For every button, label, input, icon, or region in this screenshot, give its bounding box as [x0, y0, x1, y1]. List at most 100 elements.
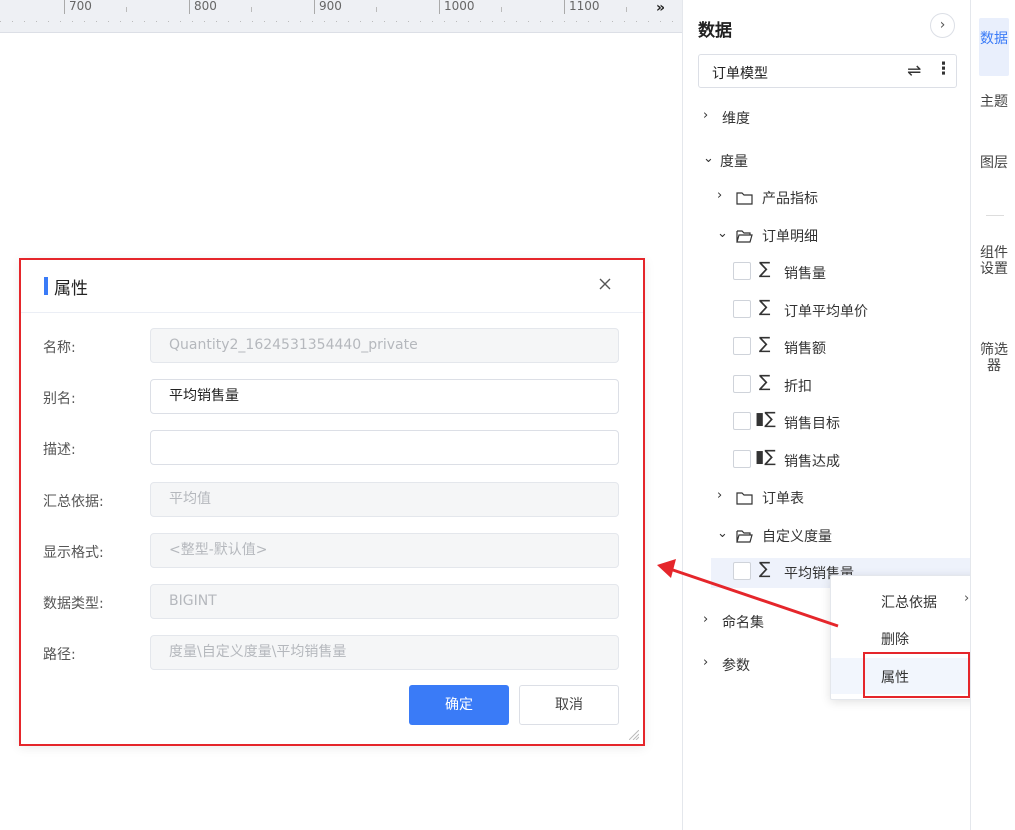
sigma-icon: ∑	[759, 559, 771, 579]
swap-icon[interactable]: ⇌	[907, 61, 921, 81]
form-row-name: 名称: Quantity2_1624531354440_private	[21, 328, 643, 364]
form-row-alias: 别名: 平均销售量	[21, 379, 643, 415]
confirm-button[interactable]: 确定	[409, 685, 509, 725]
close-icon[interactable]	[597, 276, 613, 292]
tree-node-label: 订单表	[762, 491, 804, 507]
data-panel: 数据 › 订单模型 ⇌ ⋮ › 维度 ⌄ 度量 › 产品指标 ⌄ 订单明细 ∑ …	[682, 0, 971, 830]
form-row-datatype: 数据类型: BIGINT	[21, 584, 643, 620]
tab-filter[interactable]: 筛选器	[979, 342, 1009, 392]
chevron-right-icon[interactable]: ›	[717, 188, 722, 203]
kpi-sigma-icon: ▮∑	[755, 447, 776, 467]
tree-node-label: 订单明细	[762, 229, 818, 245]
dialog-header: 属性	[21, 260, 643, 313]
path-field: 度量\自定义度量\平均销售量	[150, 635, 619, 670]
ruler-collapse-icon[interactable]: »	[656, 0, 665, 16]
more-vertical-icon[interactable]: ⋮	[935, 59, 952, 79]
tab-theme[interactable]: 主题	[979, 94, 1009, 130]
tree-folder-order-table[interactable]: › 订单表	[683, 483, 971, 513]
chevron-right-icon: ›	[964, 591, 970, 606]
chevron-right-icon[interactable]: ›	[930, 13, 955, 38]
ruler-major-tick	[439, 0, 440, 14]
tab-layers[interactable]: 图层	[979, 155, 1009, 191]
field-checkbox[interactable]	[733, 450, 751, 468]
tree-node-label: 自定义度量	[762, 529, 832, 545]
field-label: 销售目标	[784, 416, 840, 432]
field-label: 订单平均单价	[784, 304, 868, 320]
annotation-highlight-box	[863, 652, 970, 698]
form-row-aggregation: 汇总依据: 平均值	[21, 482, 643, 518]
chevron-down-icon[interactable]: ⌄	[703, 151, 714, 166]
field-checkbox[interactable]	[733, 262, 751, 280]
tree-field-item[interactable]: ▮∑ 销售达成	[683, 446, 971, 476]
field-label: 折扣	[784, 379, 812, 395]
folder-open-icon	[736, 530, 753, 543]
ruler-major-tick	[64, 0, 65, 14]
field-checkbox[interactable]	[733, 300, 751, 318]
field-label: 销售量	[784, 266, 826, 282]
panel-title: 数据	[698, 21, 732, 41]
field-checkbox[interactable]	[733, 375, 751, 393]
field-label: 描述:	[43, 442, 76, 458]
context-menu: 汇总依据 › 删除 属性	[830, 575, 986, 700]
chevron-right-icon[interactable]: ›	[717, 488, 722, 503]
folder-icon	[736, 192, 753, 205]
dialog-title: 属性	[54, 279, 88, 299]
chevron-down-icon[interactable]: ⌄	[717, 226, 728, 241]
form-row-format: 显示格式: <整型-默认值>	[21, 533, 643, 569]
ruler-label: 800	[194, 0, 217, 13]
chevron-right-icon[interactable]: ›	[703, 108, 708, 123]
ruler-label: 1000	[444, 0, 475, 13]
field-label: 销售额	[784, 341, 826, 357]
tree-field-item[interactable]: ∑ 订单平均单价	[683, 296, 971, 326]
menu-item-label: 汇总依据	[881, 595, 937, 611]
tree-folder-custom-measure[interactable]: ⌄ 自定义度量	[683, 521, 971, 551]
name-field: Quantity2_1624531354440_private	[150, 328, 619, 363]
sigma-icon: ∑	[759, 297, 771, 317]
right-tab-strip: 数据 主题 图层 组件设置 筛选器	[970, 0, 1015, 830]
tree-node-label: 度量	[720, 154, 748, 170]
tab-data[interactable]: 数据	[979, 18, 1009, 76]
tree-folder-order-detail[interactable]: ⌄ 订单明细	[683, 221, 971, 251]
tree-field-item[interactable]: ▮∑ 销售目标	[683, 408, 971, 438]
tab-component-settings[interactable]: 组件设置	[979, 245, 1009, 311]
ruler-minor-tick	[501, 7, 502, 12]
menu-item-aggregation[interactable]: 汇总依据 ›	[831, 583, 986, 619]
aggregation-field: 平均值	[150, 482, 619, 517]
form-row-description: 描述:	[21, 430, 643, 466]
ruler-label: 900	[319, 0, 342, 13]
display-format-field: <整型-默认值>	[150, 533, 619, 568]
resize-grip-icon[interactable]	[629, 730, 639, 740]
tree-folder-product-metrics[interactable]: › 产品指标	[683, 183, 971, 213]
tree-field-item[interactable]: ∑ 销售额	[683, 333, 971, 363]
cancel-button[interactable]: 取消	[519, 685, 619, 725]
ruler-major-tick	[189, 0, 190, 14]
tree-node-label: 参数	[722, 658, 750, 674]
model-name: 订单模型	[712, 66, 768, 82]
chevron-right-icon[interactable]: ›	[703, 612, 708, 627]
folder-open-icon	[736, 230, 753, 243]
ruler-major-tick	[564, 0, 565, 14]
tree-node-measure[interactable]: ⌄ 度量	[683, 146, 971, 176]
data-type-field: BIGINT	[150, 584, 619, 619]
field-checkbox[interactable]	[733, 412, 751, 430]
model-selector[interactable]: 订单模型 ⇌ ⋮	[698, 54, 957, 88]
sigma-icon: ∑	[759, 259, 771, 279]
chevron-right-icon[interactable]: ›	[703, 655, 708, 670]
ruler-minor-tick	[626, 7, 627, 12]
field-checkbox[interactable]	[733, 562, 751, 580]
tree-node-dimension[interactable]: › 维度	[683, 103, 971, 133]
ruler-minor-tick	[126, 7, 127, 12]
tree-field-item[interactable]: ∑ 折扣	[683, 371, 971, 401]
menu-item-delete[interactable]: 删除	[831, 620, 986, 656]
chevron-down-icon[interactable]: ⌄	[717, 526, 728, 541]
horizontal-ruler: 700 800 900 1000 1100 »	[0, 0, 682, 33]
ruler-minor-tick	[251, 7, 252, 12]
field-checkbox[interactable]	[733, 337, 751, 355]
ruler-minor-dots	[0, 21, 682, 22]
properties-dialog: 属性 名称: Quantity2_1624531354440_private 别…	[19, 258, 645, 746]
description-field[interactable]	[150, 430, 619, 465]
tree-field-item[interactable]: ∑ 销售量	[683, 258, 971, 288]
field-label: 数据类型:	[43, 596, 104, 612]
kpi-sigma-icon: ▮∑	[755, 409, 776, 429]
alias-field[interactable]: 平均销售量	[150, 379, 619, 414]
